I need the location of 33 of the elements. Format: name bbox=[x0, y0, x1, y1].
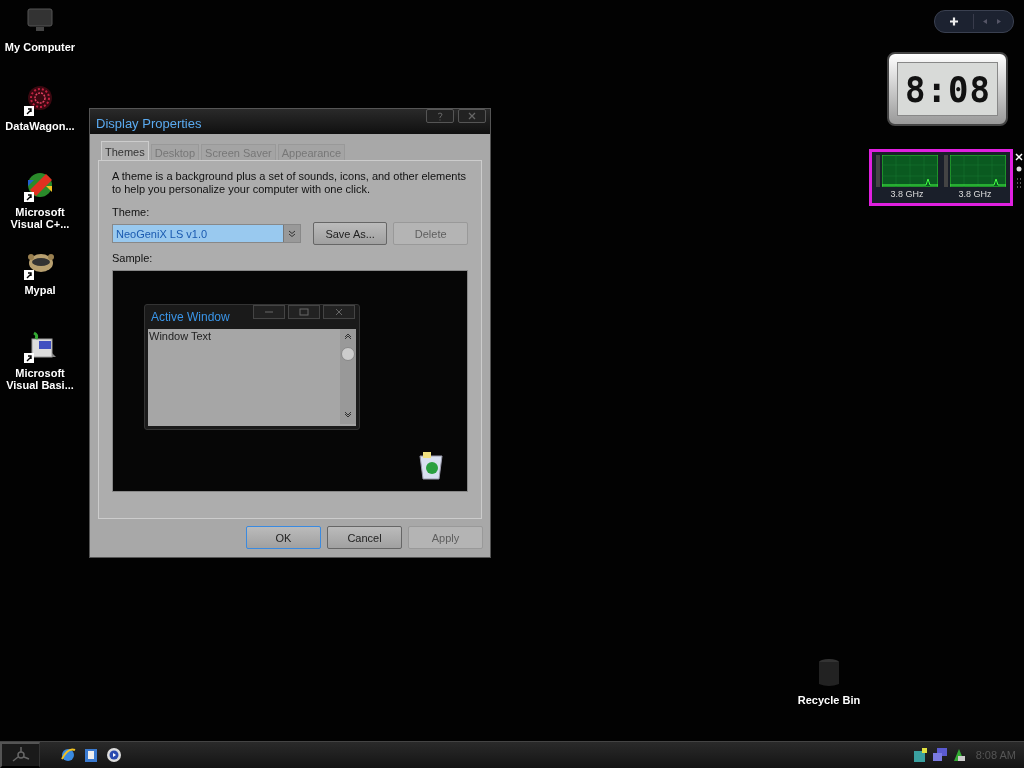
tray-icon[interactable] bbox=[912, 747, 929, 763]
description-text: A theme is a background plus a set of sounds, icons, and other elements to help you personalize your computer with one click. bbox=[112, 170, 468, 196]
start-button[interactable] bbox=[0, 742, 40, 768]
cpu-reading: 3.8 GHz bbox=[958, 189, 992, 199]
icon-label[interactable]: Recycle Bin bbox=[797, 694, 861, 706]
media-player-icon[interactable] bbox=[106, 747, 122, 763]
theme-dropdown[interactable]: NeoGeniX LS v1.0 bbox=[112, 224, 301, 243]
icon-label[interactable]: Mypal bbox=[0, 284, 80, 296]
browser-icon[interactable] bbox=[60, 747, 76, 763]
network-icon[interactable] bbox=[931, 747, 948, 763]
recycle-bin-icon bbox=[417, 451, 445, 481]
icon-label[interactable]: My Computer bbox=[0, 41, 80, 53]
theme-button[interactable]: Save As... bbox=[312, 222, 388, 245]
dialog-button[interactable]: OK bbox=[246, 526, 321, 549]
notepad-icon[interactable] bbox=[83, 747, 99, 763]
sample-window-title: Active Window bbox=[151, 310, 231, 324]
start-icon bbox=[10, 746, 31, 764]
window-title: Display Properties bbox=[96, 115, 203, 131]
help-icon bbox=[437, 111, 443, 121]
close-button[interactable] bbox=[458, 109, 486, 123]
cpu-graph bbox=[882, 155, 938, 187]
sample-window-text: Window Text bbox=[148, 329, 213, 344]
cpu-graph bbox=[950, 155, 1006, 187]
tab[interactable]: Themes bbox=[101, 141, 149, 160]
theme-label: Theme: bbox=[112, 206, 151, 218]
clock-time: 8:08 bbox=[905, 68, 991, 110]
close-icon bbox=[468, 112, 476, 120]
cpu-reading: 3.8 GHz bbox=[890, 189, 924, 199]
icon-label[interactable]: Microsoft Visual C+... bbox=[0, 206, 80, 230]
icon-label[interactable]: Microsoft Visual Basi... bbox=[0, 367, 80, 391]
icon-label[interactable]: DataWagon... bbox=[0, 120, 80, 132]
dialog-button[interactable]: Cancel bbox=[327, 526, 402, 549]
sample-label: Sample: bbox=[112, 252, 154, 264]
